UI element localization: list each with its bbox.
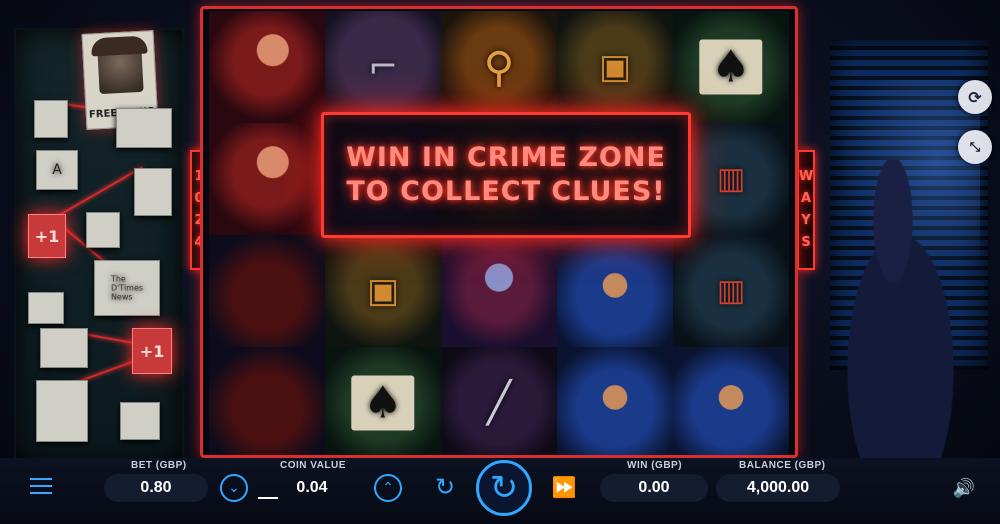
autoplay-button[interactable]: ↻ <box>428 470 462 504</box>
clue-photo <box>40 328 88 368</box>
coin-value: 0.04 <box>296 479 328 496</box>
symbol-femme-fatale <box>209 123 325 235</box>
ways-word-label: W A Y S <box>797 150 815 270</box>
coin-value-caption: COIN VALUE <box>280 460 346 471</box>
turbo-button[interactable]: ⏩ <box>544 472 584 502</box>
sound-button[interactable]: 🔊 <box>950 474 978 502</box>
magnifier-icon: ⚲ <box>483 42 515 92</box>
bet-caption: BET (GBP) <box>131 460 187 471</box>
chevron-up-icon: ⌃ <box>382 480 394 496</box>
reload-icon: ⟳ <box>968 87 982 107</box>
symbol-whiskey: ▣ <box>325 235 441 347</box>
win-banner: WIN IN CRIME ZONE TO COLLECT CLUES! <box>321 112 691 238</box>
ways-letter: A <box>800 191 812 206</box>
increase-coin-button[interactable]: ⌃ <box>374 474 402 502</box>
symbol-femme-fatale-blue <box>441 235 557 347</box>
clue-plus-one: +1 <box>28 214 66 258</box>
clue-photo <box>120 402 160 440</box>
chevron-down-icon: ⌄ <box>228 480 240 496</box>
matchbook-icon: ▥ <box>716 161 746 197</box>
revolver-icon: ⌐ <box>367 46 399 88</box>
speaker-icon: 🔊 <box>952 477 976 499</box>
matchbook-icon: ▥ <box>716 273 746 309</box>
balance-value: 4,000.00 <box>716 474 840 502</box>
reload-button[interactable]: ⟳ <box>958 80 992 114</box>
bet-value: 0.80 <box>104 474 208 502</box>
symbol-knife: ╱ <box>441 347 557 455</box>
hat-icon <box>90 35 148 57</box>
symbol-ace-spades: ♠ <box>673 11 789 123</box>
whiskey-glass-icon: ▣ <box>366 271 400 311</box>
symbol-ace-spades: ♠ <box>325 347 441 455</box>
symbol-matchbook: ▥ <box>673 235 789 347</box>
balance-caption: BALANCE (GBP) <box>739 460 826 471</box>
autoplay-icon: ↻ <box>434 473 456 501</box>
win-banner-text: WIN IN CRIME ZONE TO COLLECT CLUES! <box>346 142 666 207</box>
exit-fullscreen-button[interactable]: ⤡ <box>958 130 992 164</box>
clue-fingerprint <box>28 292 64 324</box>
spade-icon: ♠ <box>351 375 415 431</box>
ways-letter: Y <box>801 213 811 228</box>
knife-icon: ╱ <box>486 380 512 426</box>
exit-fullscreen-icon: ⤡ <box>969 139 981 155</box>
fast-forward-icon: ⏩ <box>551 475 577 499</box>
menu-button[interactable] <box>30 478 52 494</box>
clue-newspaper: The D'Times News <box>94 260 160 316</box>
symbol-whiskey: ▣ <box>557 11 673 123</box>
coin-value-separator <box>258 497 278 499</box>
symbol-magnifier: ⚲ <box>441 11 557 123</box>
clue-card <box>86 212 120 248</box>
win-caption: WIN (GBP) <box>627 460 683 471</box>
newspaper-headline: The D'Times News <box>110 274 144 302</box>
spade-icon: ♠ <box>699 39 763 95</box>
clue-sketch <box>134 168 172 216</box>
ways-letter: S <box>801 235 811 250</box>
clue-note <box>34 100 68 138</box>
clue-evidence-bag <box>36 380 88 442</box>
spin-icon: ↻ <box>489 468 519 508</box>
win-value: 0.00 <box>600 474 708 502</box>
symbol-detective <box>673 347 789 455</box>
clue-plus-one-label: +1 <box>34 226 60 246</box>
ways-letter: W <box>798 169 814 184</box>
symbol-femme-fatale <box>209 11 325 123</box>
whiskey-glass-icon: ▣ <box>598 47 632 87</box>
symbol-gangster <box>209 347 325 455</box>
clue-board: FREE SPINS A +1 The D'Times News +1 <box>14 28 184 464</box>
symbol-detective <box>557 235 673 347</box>
detective-silhouette <box>818 160 968 460</box>
clue-plus-one: +1 <box>132 328 172 374</box>
symbol-revolver: ⌐ <box>325 11 441 123</box>
clue-photo <box>116 108 172 148</box>
clue-plus-one-label: +1 <box>139 341 165 361</box>
spin-button[interactable]: ↻ <box>476 460 532 516</box>
symbol-gangster <box>209 235 325 347</box>
symbol-detective <box>557 347 673 455</box>
clue-ace-card: A <box>36 150 78 190</box>
decrease-coin-button[interactable]: ⌄ <box>220 474 248 502</box>
